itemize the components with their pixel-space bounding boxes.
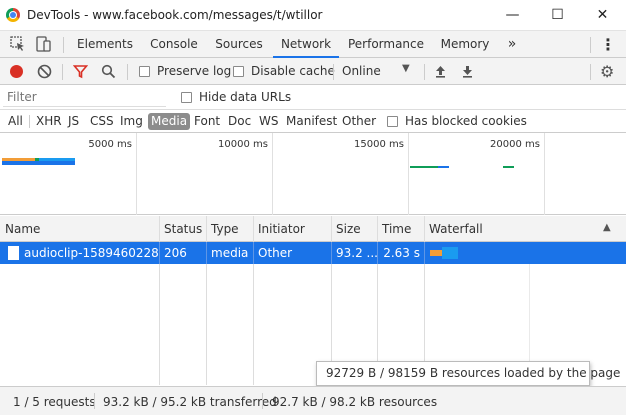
filter-type-manifest[interactable]: Manifest: [286, 114, 337, 128]
separator: [127, 64, 128, 80]
preserve-log-checkbox[interactable]: [139, 66, 150, 77]
tab-performance[interactable]: Performance: [345, 31, 427, 58]
maximize-button[interactable]: ☐: [535, 0, 580, 30]
search-icon[interactable]: [101, 64, 116, 79]
waterfall-bar-waiting: [430, 250, 442, 256]
filter-type-img[interactable]: Img: [120, 114, 143, 128]
throttling-value: Online: [342, 64, 381, 78]
record-button[interactable]: [10, 65, 23, 78]
waterfall-bar-download: [442, 247, 458, 259]
overview-tick-label: 5000 ms: [88, 139, 132, 150]
inspect-element-icon[interactable]: [9, 35, 27, 53]
overview-bar-event: [438, 166, 449, 168]
close-button[interactable]: ✕: [580, 0, 625, 30]
clear-icon[interactable]: [37, 64, 52, 79]
filter-icon[interactable]: [73, 64, 88, 79]
column-time[interactable]: Time: [377, 216, 424, 242]
separator: [424, 64, 425, 80]
request-time: 2.63 s: [383, 246, 420, 260]
network-toolbar: Preserve log Disable cache Online ▼ ⚙: [0, 58, 626, 85]
devtools-tabbar: Elements Console Sources Network Perform…: [0, 31, 626, 58]
column-waterfall[interactable]: Waterfall: [424, 216, 604, 242]
filter-type-other[interactable]: Other: [342, 114, 376, 128]
status-transferred: 93.2 kB / 95.2 kB transferred: [103, 395, 277, 409]
status-requests: 1 / 5 requests: [13, 395, 96, 409]
overview-tick-label: 10000 ms: [218, 139, 268, 150]
filter-type-js[interactable]: JS: [68, 114, 79, 128]
filter-type-doc[interactable]: Doc: [228, 114, 251, 128]
window-titlebar: DevTools - www.facebook.com/messages/t/w…: [0, 0, 626, 31]
separator: [29, 115, 30, 128]
status-resources: 92.7 kB / 98.2 kB resources: [272, 395, 438, 409]
tab-elements[interactable]: Elements: [72, 31, 138, 58]
has-blocked-cookies-label: Has blocked cookies: [405, 114, 527, 128]
settings-gear-icon[interactable]: ⚙: [600, 62, 614, 81]
separator: [62, 64, 63, 80]
import-har-icon[interactable]: [433, 64, 448, 79]
request-name[interactable]: audioclip-1589460228...: [19, 242, 159, 264]
request-size: 93.2 ...: [336, 246, 377, 260]
export-har-icon[interactable]: [460, 64, 475, 79]
request-initiator: Other: [258, 246, 293, 260]
request-status: 206: [164, 246, 187, 260]
overview-tick-label: 20000 ms: [490, 139, 540, 150]
sort-ascending-icon[interactable]: ▲: [603, 222, 611, 233]
overview-gridline: [408, 133, 409, 215]
tab-memory[interactable]: Memory: [435, 31, 495, 58]
resources-tooltip: 92729 B / 98159 B resources loaded by th…: [316, 361, 620, 386]
column-initiator[interactable]: Initiator: [253, 216, 331, 242]
network-status-bar: 1 / 5 requests 93.2 kB / 95.2 kB transfe…: [0, 386, 626, 415]
separator: [262, 393, 263, 409]
customize-menu-icon[interactable]: ⋮: [600, 31, 616, 58]
overview-bar-event: [410, 166, 438, 168]
separator: [94, 393, 95, 409]
filter-type-font[interactable]: Font: [194, 114, 220, 128]
filter-type-xhr[interactable]: XHR: [36, 114, 62, 128]
disable-cache-label: Disable cache: [251, 64, 335, 78]
chevron-down-icon: ▼: [402, 63, 410, 74]
separator: [333, 64, 334, 80]
hide-data-urls-label: Hide data URLs: [199, 90, 292, 104]
disable-cache-checkbox[interactable]: [233, 66, 244, 77]
device-toolbar-icon[interactable]: [34, 35, 52, 53]
overview-bar-event: [503, 166, 514, 168]
more-tabs-button[interactable]: »: [502, 31, 522, 58]
table-row[interactable]: audioclip-1589460228... 206 media Other …: [0, 242, 626, 264]
separator: [63, 37, 64, 53]
filter-type-css[interactable]: CSS: [90, 114, 114, 128]
chrome-icon: [6, 8, 20, 22]
window-title: DevTools - www.facebook.com/messages/t/w…: [27, 8, 323, 22]
request-table-header: Name Status Type Initiator Size Time Wat…: [0, 216, 626, 242]
column-name[interactable]: Name: [0, 216, 159, 242]
overview-gridline: [136, 133, 137, 215]
overview-gridline: [544, 133, 545, 215]
overview-bar-media: [2, 161, 75, 165]
has-blocked-cookies-checkbox[interactable]: [387, 116, 398, 127]
filter-input[interactable]: [3, 88, 166, 107]
throttling-select[interactable]: Online ▼: [338, 61, 418, 81]
column-size[interactable]: Size: [331, 216, 377, 242]
preserve-log-label: Preserve log: [157, 64, 232, 78]
tab-console[interactable]: Console: [143, 31, 205, 58]
overview-gridline: [272, 133, 273, 215]
resource-type-filter-bar: All XHR JS CSS Img Media Font Doc WS Man…: [0, 110, 626, 133]
tab-sources[interactable]: Sources: [210, 31, 268, 58]
filter-type-media[interactable]: Media: [148, 113, 191, 130]
row-divider: [424, 242, 425, 264]
overview-tick-label: 15000 ms: [354, 139, 404, 150]
request-type: media: [211, 246, 249, 260]
separator: [590, 64, 591, 80]
column-type[interactable]: Type: [206, 216, 253, 242]
hide-data-urls-checkbox[interactable]: [181, 92, 192, 103]
file-icon: [8, 246, 19, 260]
column-status[interactable]: Status: [159, 216, 206, 242]
separator: [590, 37, 591, 53]
filter-type-ws[interactable]: WS: [259, 114, 278, 128]
tab-network[interactable]: Network: [273, 31, 339, 58]
network-overview[interactable]: 5000 ms 10000 ms 15000 ms 20000 ms: [0, 133, 626, 215]
filter-type-all[interactable]: All: [8, 114, 23, 128]
minimize-button[interactable]: —: [490, 0, 535, 30]
filter-bar: Hide data URLs: [0, 85, 626, 110]
